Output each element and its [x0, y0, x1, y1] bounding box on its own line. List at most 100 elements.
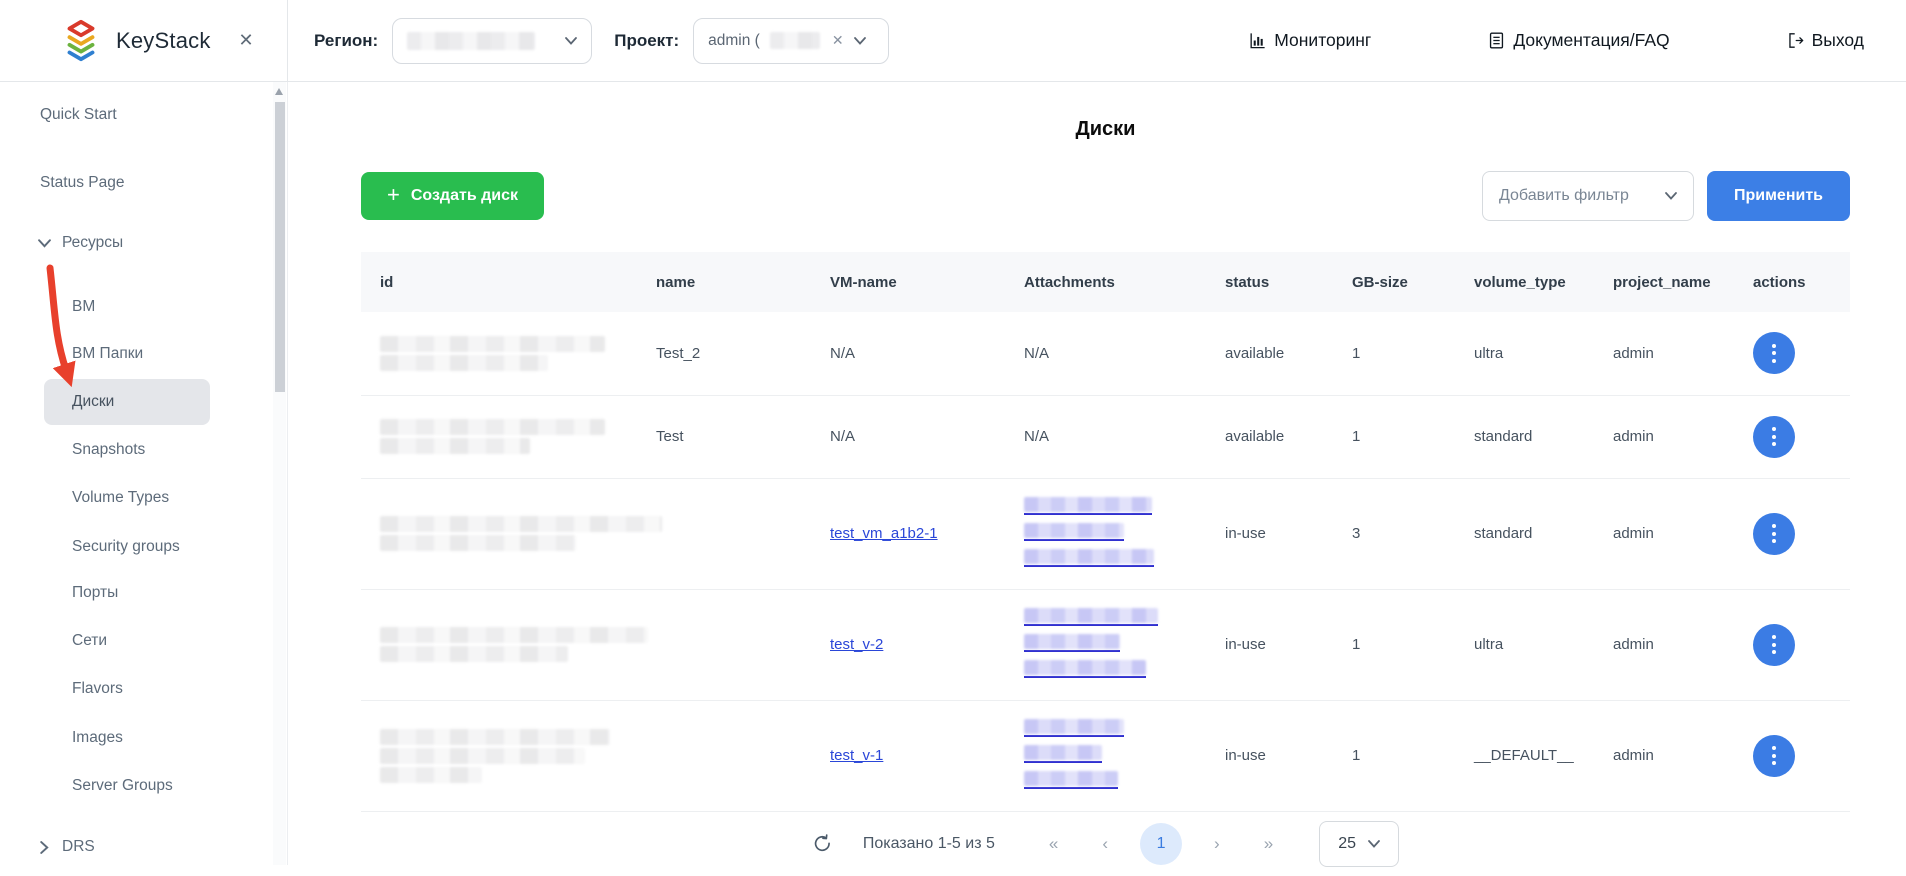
row-actions-button[interactable] [1753, 735, 1795, 777]
cell-name [656, 478, 830, 589]
cell-gb-size: 3 [1352, 478, 1474, 589]
row-actions-button[interactable] [1753, 513, 1795, 555]
sidebar-close-icon[interactable]: ✕ [239, 30, 254, 51]
next-page-icon[interactable]: › [1192, 834, 1242, 854]
nav-docs-label: Документация/FAQ [1513, 30, 1669, 51]
brand-name: KeyStack [116, 28, 211, 54]
sidebar-item-security-groups[interactable]: Security groups [72, 535, 287, 559]
cell-name: Test_2 [656, 312, 830, 395]
table-row: test_v-2 in-use 1 ultra admin [361, 589, 1850, 700]
col-name: name [656, 252, 830, 312]
table-row: test_vm_a1b2-1 in-use 3 standard admin [361, 478, 1850, 589]
cell-name [656, 589, 830, 700]
attachment-link-redacted[interactable] [1024, 745, 1102, 763]
attachment-link-redacted[interactable] [1024, 719, 1124, 737]
cell-attachments: N/A [1024, 395, 1225, 478]
sidebar-item-quick-start[interactable]: Quick Start [40, 103, 287, 127]
attachment-link-redacted[interactable] [1024, 634, 1120, 652]
chevron-down-icon [1368, 840, 1380, 848]
cell-gb-size: 1 [1352, 395, 1474, 478]
col-gb-size: GB-size [1352, 252, 1474, 312]
sidebar-item-networks[interactable]: Сети [72, 629, 287, 653]
sidebar-group-resources[interactable]: Ресурсы [38, 231, 287, 255]
cell-volume-type: ultra [1474, 312, 1613, 395]
col-status: status [1225, 252, 1352, 312]
sidebar: Quick Start Status Page Ресурсы ВМ ВМ Па… [0, 82, 288, 865]
pagination-summary: Показано 1-5 из 5 [863, 835, 995, 853]
attachment-link-redacted[interactable] [1024, 608, 1158, 626]
cell-id-redacted [361, 312, 656, 395]
current-page-button[interactable]: 1 [1140, 823, 1182, 865]
cell-name: Test [656, 395, 830, 478]
sidebar-item-disks-active[interactable]: Диски [44, 379, 210, 425]
col-id: id [361, 252, 656, 312]
apply-filter-button[interactable]: Применить [1707, 171, 1850, 221]
table-header: id name VM-name Attachments status GB-si… [361, 252, 1850, 312]
cell-volume-type: __DEFAULT__ [1474, 700, 1613, 811]
attachment-link-redacted[interactable] [1024, 523, 1124, 541]
table-row: Test N/A N/A available 1 standard admin [361, 395, 1850, 478]
cell-volume-type: standard [1474, 395, 1613, 478]
sidebar-item-volume-types[interactable]: Volume Types [72, 486, 287, 510]
attachment-link-redacted[interactable] [1024, 497, 1152, 515]
sidebar-group-resources-label: Ресурсы [62, 231, 123, 255]
nav-monitoring[interactable]: Мониторинг [1248, 30, 1371, 51]
sidebar-item-status-page[interactable]: Status Page [40, 171, 287, 195]
create-disk-button[interactable]: + Создать диск [361, 172, 544, 220]
vm-link[interactable]: test_v-2 [830, 636, 883, 653]
row-actions-button[interactable] [1753, 332, 1795, 374]
topbar-brand-section: KeyStack ✕ [0, 0, 288, 82]
monitoring-chart-icon [1248, 31, 1267, 50]
sidebar-item-snapshots[interactable]: Snapshots [72, 438, 287, 462]
vm-link[interactable]: test_v-1 [830, 747, 883, 764]
nav-docs[interactable]: Документация/FAQ [1487, 30, 1669, 51]
project-select[interactable]: admin ( ✕ [693, 18, 889, 64]
sidebar-item-vm[interactable]: ВМ [72, 295, 287, 319]
cell-id-redacted [361, 395, 656, 478]
sidebar-item-flavors[interactable]: Flavors [72, 677, 287, 701]
scrollbar-up-arrow[interactable] [275, 88, 283, 95]
plus-icon: + [387, 184, 400, 206]
logout-icon [1786, 31, 1805, 50]
first-page-icon[interactable]: « [1027, 834, 1080, 854]
sidebar-item-ports[interactable]: Порты [72, 581, 287, 605]
page-size-select[interactable]: 25 [1319, 821, 1399, 867]
cell-name [656, 700, 830, 811]
col-vm-name: VM-name [830, 252, 1024, 312]
attachment-link-redacted[interactable] [1024, 660, 1146, 678]
nav-logout[interactable]: Выход [1786, 30, 1864, 51]
chevron-down-icon [38, 237, 51, 250]
vm-link[interactable]: test_vm_a1b2-1 [830, 525, 938, 542]
project-clear-icon[interactable]: ✕ [832, 32, 844, 49]
attachment-link-redacted[interactable] [1024, 549, 1154, 567]
scrollbar-thumb[interactable] [275, 102, 285, 392]
chevron-down-icon [1665, 192, 1677, 200]
sidebar-scrollbar[interactable] [273, 82, 286, 865]
project-label: Проект: [614, 31, 679, 51]
region-value-redacted [407, 32, 535, 50]
cell-attachments-redacted [1024, 478, 1225, 589]
sidebar-item-server-groups[interactable]: Server Groups [72, 774, 287, 798]
create-disk-label: Создать диск [411, 187, 518, 205]
sidebar-item-vm-folders[interactable]: ВМ Папки [72, 342, 287, 366]
last-page-icon[interactable]: » [1242, 834, 1295, 854]
sidebar-group-drs[interactable]: DRS [38, 835, 287, 859]
region-select[interactable] [392, 18, 592, 64]
cell-project-name: admin [1613, 589, 1753, 700]
row-actions-button[interactable] [1753, 624, 1795, 666]
prev-page-icon[interactable]: ‹ [1080, 834, 1130, 854]
chevron-down-icon [854, 37, 866, 45]
col-attachments: Attachments [1024, 252, 1225, 312]
sidebar-item-images[interactable]: Images [72, 726, 287, 750]
refresh-icon [812, 833, 833, 854]
attachment-link-redacted[interactable] [1024, 771, 1118, 789]
add-filter-select[interactable]: Добавить фильтр [1482, 171, 1694, 221]
refresh-button[interactable] [812, 833, 833, 854]
cell-status: in-use [1225, 700, 1352, 811]
context-selectors: Регион: Проект: admin ( ✕ [288, 18, 889, 64]
region-label: Регион: [314, 31, 378, 51]
table-row: test_v-1 in-use 1 __DEFAULT__ admin [361, 700, 1850, 811]
row-actions-button[interactable] [1753, 416, 1795, 458]
keystack-logo-icon [58, 18, 104, 64]
pagination: Показано 1-5 из 5 « ‹ 1 › » 25 [361, 812, 1850, 876]
